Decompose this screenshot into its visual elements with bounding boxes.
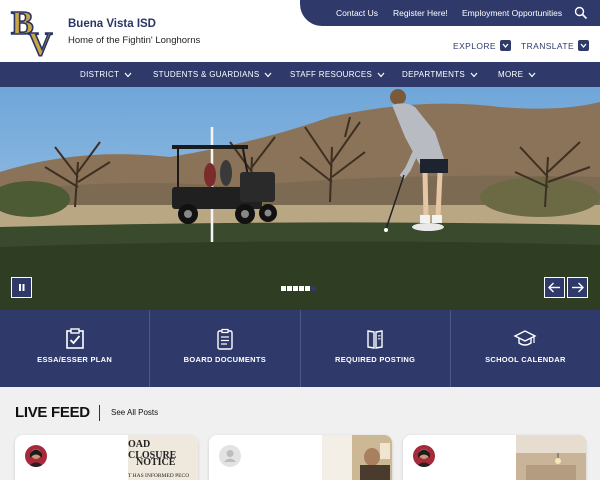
quick-link-essa-esser-plan[interactable]: ESSA/ESSER PLAN xyxy=(0,310,149,387)
pause-button[interactable] xyxy=(11,277,32,298)
quick-link-label: REQUIRED POSTING xyxy=(335,355,416,364)
slide-dot[interactable] xyxy=(287,286,292,291)
quick-link-required-posting[interactable]: REQUIRED POSTING xyxy=(299,310,450,387)
svg-text:V: V xyxy=(28,26,53,57)
explore-label: EXPLORE xyxy=(453,40,496,51)
register-link[interactable]: Register Here! xyxy=(393,8,448,18)
quick-link-board-documents[interactable]: BOARD DOCUMENTS xyxy=(149,310,299,387)
pause-icon xyxy=(19,284,25,291)
slide-dot[interactable] xyxy=(299,286,304,291)
see-all-posts-link[interactable]: See All Posts xyxy=(111,408,158,417)
slide-dot[interactable] xyxy=(305,286,310,291)
arrow-left-icon xyxy=(548,282,560,293)
nav-item-district[interactable]: DISTRICT xyxy=(80,70,132,79)
quick-link-school-calendar[interactable]: SCHOOL CALENDAR xyxy=(449,310,600,387)
chevron-down-icon xyxy=(528,72,536,77)
site-header: B V Buena Vista ISD Home of the Fightin'… xyxy=(0,0,600,62)
next-slide-button[interactable] xyxy=(567,277,588,298)
chevron-down-icon xyxy=(470,72,478,77)
divider xyxy=(99,405,100,421)
post-image xyxy=(322,435,392,480)
post-image: OAD CLOSURE NOTICE T HAS INFORMED PECO xyxy=(128,435,198,480)
post-image-text: T HAS INFORMED PECO xyxy=(128,473,190,479)
school-tagline: Home of the Fightin' Longhorns xyxy=(68,35,201,46)
hero-slideshow xyxy=(0,87,600,310)
district-logo[interactable]: B V xyxy=(10,4,62,57)
contact-us-link[interactable]: Contact Us xyxy=(336,8,378,18)
arrow-right-icon xyxy=(572,282,584,293)
quick-link-label: SCHOOL CALENDAR xyxy=(485,355,566,364)
utility-bar: Contact Us Register Here! Employment Opp… xyxy=(300,0,600,26)
post-image xyxy=(516,435,586,480)
live-feed-title: LIVE FEED xyxy=(15,404,90,421)
graduation-cap-icon xyxy=(513,330,537,346)
nav-item-label: MORE xyxy=(498,70,524,79)
nav-item-label: DEPARTMENTS xyxy=(402,70,466,79)
nav-item-staff-resources[interactable]: STAFF RESOURCES xyxy=(290,70,385,79)
nav-item-more[interactable]: MORE xyxy=(498,70,536,79)
translate-label: TRANSLATE xyxy=(521,40,575,51)
chevron-down-icon xyxy=(124,72,132,77)
post-image-text: NOTICE xyxy=(136,457,176,468)
chevron-down-icon xyxy=(265,72,272,77)
checklist-icon xyxy=(65,328,84,349)
chevron-down-icon xyxy=(578,40,590,51)
avatar xyxy=(25,445,47,467)
hero-image xyxy=(0,87,600,310)
chevron-down-icon xyxy=(377,72,385,77)
main-navigation: DISTRICT STUDENTS & GUARDIANS STAFF RESO… xyxy=(0,62,600,87)
feed-post-card[interactable] xyxy=(403,435,586,480)
quick-link-label: BOARD DOCUMENTS xyxy=(183,355,267,364)
slide-dot[interactable] xyxy=(311,286,316,291)
previous-slide-button[interactable] xyxy=(544,277,565,298)
clipboard-icon xyxy=(217,328,233,350)
quick-links-bar: ESSA/ESSER PLAN BOARD DOCUMENTS REQUIRED… xyxy=(0,310,600,387)
nav-item-label: STUDENTS & GUARDIANS xyxy=(153,70,260,79)
nav-item-label: DISTRICT xyxy=(80,70,120,79)
school-name[interactable]: Buena Vista ISD xyxy=(68,18,156,30)
feed-post-card[interactable] xyxy=(209,435,392,480)
translate-dropdown[interactable]: TRANSLATE xyxy=(521,40,590,51)
slide-indicators xyxy=(281,286,316,291)
slide-dot[interactable] xyxy=(293,286,298,291)
nav-item-label: STAFF RESOURCES xyxy=(290,70,373,79)
avatar xyxy=(413,445,435,467)
live-feed-section: LIVE FEED See All Posts OAD CLOSURE NOTI… xyxy=(0,387,600,480)
book-icon xyxy=(367,330,383,349)
search-icon[interactable] xyxy=(574,6,588,20)
explore-dropdown[interactable]: EXPLORE xyxy=(453,40,511,51)
quick-link-label: ESSA/ESSER PLAN xyxy=(37,355,113,364)
chevron-down-icon xyxy=(499,40,511,51)
feed-post-card[interactable]: OAD CLOSURE NOTICE T HAS INFORMED PECO xyxy=(15,435,198,480)
nav-item-departments[interactable]: DEPARTMENTS xyxy=(402,70,478,79)
avatar xyxy=(219,445,241,467)
slide-dot[interactable] xyxy=(281,286,286,291)
nav-item-students-guardians[interactable]: STUDENTS & GUARDIANS xyxy=(153,70,272,79)
employment-link[interactable]: Employment Opportunities xyxy=(462,8,562,18)
